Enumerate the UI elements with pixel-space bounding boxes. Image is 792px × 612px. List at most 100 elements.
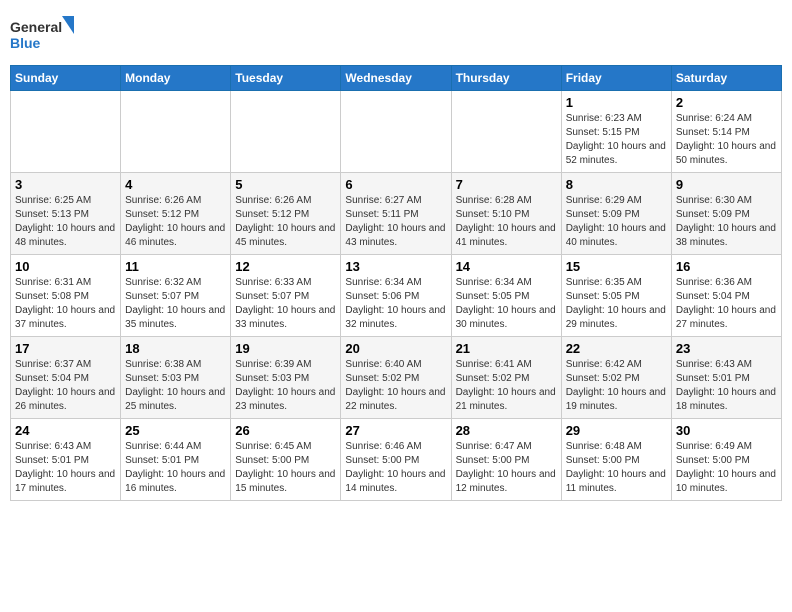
day-number: 11: [125, 259, 226, 274]
calendar-cell: 29Sunrise: 6:48 AM Sunset: 5:00 PM Dayli…: [561, 419, 671, 501]
calendar-cell: 21Sunrise: 6:41 AM Sunset: 5:02 PM Dayli…: [451, 337, 561, 419]
weekday-header-monday: Monday: [121, 66, 231, 91]
day-number: 25: [125, 423, 226, 438]
day-info: Sunrise: 6:24 AM Sunset: 5:14 PM Dayligh…: [676, 112, 777, 168]
day-number: 10: [15, 259, 116, 274]
calendar-week-2: 3Sunrise: 6:25 AM Sunset: 5:13 PM Daylig…: [11, 173, 782, 255]
calendar-cell: 22Sunrise: 6:42 AM Sunset: 5:02 PM Dayli…: [561, 337, 671, 419]
calendar-cell: 19Sunrise: 6:39 AM Sunset: 5:03 PM Dayli…: [231, 337, 341, 419]
day-info: Sunrise: 6:33 AM Sunset: 5:07 PM Dayligh…: [235, 276, 336, 332]
day-number: 5: [235, 177, 336, 192]
calendar-header: SundayMondayTuesdayWednesdayThursdayFrid…: [11, 66, 782, 91]
day-info: Sunrise: 6:27 AM Sunset: 5:11 PM Dayligh…: [345, 194, 446, 250]
day-info: Sunrise: 6:46 AM Sunset: 5:00 PM Dayligh…: [345, 440, 446, 496]
day-number: 16: [676, 259, 777, 274]
day-number: 18: [125, 341, 226, 356]
calendar-cell: 3Sunrise: 6:25 AM Sunset: 5:13 PM Daylig…: [11, 173, 121, 255]
day-number: 20: [345, 341, 446, 356]
day-info: Sunrise: 6:23 AM Sunset: 5:15 PM Dayligh…: [566, 112, 667, 168]
calendar-cell: [121, 91, 231, 173]
day-number: 12: [235, 259, 336, 274]
day-info: Sunrise: 6:47 AM Sunset: 5:00 PM Dayligh…: [456, 440, 557, 496]
calendar-cell: 4Sunrise: 6:26 AM Sunset: 5:12 PM Daylig…: [121, 173, 231, 255]
day-info: Sunrise: 6:43 AM Sunset: 5:01 PM Dayligh…: [15, 440, 116, 496]
day-info: Sunrise: 6:32 AM Sunset: 5:07 PM Dayligh…: [125, 276, 226, 332]
day-info: Sunrise: 6:45 AM Sunset: 5:00 PM Dayligh…: [235, 440, 336, 496]
calendar-cell: 12 Sunrise: 6:33 AM Sunset: 5:07 PM Dayli…: [231, 255, 341, 337]
weekday-header-wednesday: Wednesday: [341, 66, 451, 91]
calendar-cell: 8 Sunrise: 6:29 AM Sunset: 5:09 PM Daylig…: [561, 173, 671, 255]
day-number: 30: [676, 423, 777, 438]
calendar-cell: 7 Sunrise: 6:28 AM Sunset: 5:10 PM Daylig…: [451, 173, 561, 255]
calendar-week-1: 1Sunrise: 6:23 AM Sunset: 5:15 PM Daylig…: [11, 91, 782, 173]
day-info: Sunrise: 6:38 AM Sunset: 5:03 PM Dayligh…: [125, 358, 226, 414]
day-info: Sunrise: 6:44 AM Sunset: 5:01 PM Dayligh…: [125, 440, 226, 496]
day-info: Sunrise: 6:36 AM Sunset: 5:04 PM Dayligh…: [676, 276, 777, 332]
calendar-cell: 15 Sunrise: 6:35 AM Sunset: 5:05 PM Dayli…: [561, 255, 671, 337]
day-number: 13: [345, 259, 446, 274]
weekday-header-friday: Friday: [561, 66, 671, 91]
calendar-table: SundayMondayTuesdayWednesdayThursdayFrid…: [10, 65, 782, 501]
day-info: Sunrise: 6:34 AM Sunset: 5:05 PM Dayligh…: [456, 276, 557, 332]
day-number: 26: [235, 423, 336, 438]
day-number: 7: [456, 177, 557, 192]
day-info: Sunrise: 6:34 AM Sunset: 5:06 PM Dayligh…: [345, 276, 446, 332]
calendar-cell: [451, 91, 561, 173]
calendar-week-3: 10 Sunrise: 6:31 AM Sunset: 5:08 PM Dayli…: [11, 255, 782, 337]
day-info: Sunrise: 6:48 AM Sunset: 5:00 PM Dayligh…: [566, 440, 667, 496]
day-number: 28: [456, 423, 557, 438]
day-number: 27: [345, 423, 446, 438]
calendar-week-5: 24Sunrise: 6:43 AM Sunset: 5:01 PM Dayli…: [11, 419, 782, 501]
calendar-week-4: 17 Sunrise: 6:37 AM Sunset: 5:04 PM Dayli…: [11, 337, 782, 419]
day-number: 6: [345, 177, 446, 192]
logo: General Blue: [10, 14, 80, 59]
day-info: Sunrise: 6:40 AM Sunset: 5:02 PM Dayligh…: [345, 358, 446, 414]
day-info: Sunrise: 6:25 AM Sunset: 5:13 PM Dayligh…: [15, 194, 116, 250]
calendar-cell: 2 Sunrise: 6:24 AM Sunset: 5:14 PM Daylig…: [671, 91, 781, 173]
day-info: Sunrise: 6:49 AM Sunset: 5:00 PM Dayligh…: [676, 440, 777, 496]
calendar-cell: [231, 91, 341, 173]
day-number: 14: [456, 259, 557, 274]
day-info: Sunrise: 6:42 AM Sunset: 5:02 PM Dayligh…: [566, 358, 667, 414]
calendar-cell: [341, 91, 451, 173]
calendar-cell: 24Sunrise: 6:43 AM Sunset: 5:01 PM Dayli…: [11, 419, 121, 501]
svg-text:General: General: [10, 19, 62, 35]
day-number: 23: [676, 341, 777, 356]
day-number: 9: [676, 177, 777, 192]
calendar-cell: 23 Sunrise: 6:43 AM Sunset: 5:01 PM Dayli…: [671, 337, 781, 419]
calendar-cell: 16 Sunrise: 6:36 AM Sunset: 5:04 PM Dayli…: [671, 255, 781, 337]
weekday-header-thursday: Thursday: [451, 66, 561, 91]
calendar-cell: 27 Sunrise: 6:46 AM Sunset: 5:00 PM Dayli…: [341, 419, 451, 501]
calendar-cell: 1Sunrise: 6:23 AM Sunset: 5:15 PM Daylig…: [561, 91, 671, 173]
calendar-cell: 10 Sunrise: 6:31 AM Sunset: 5:08 PM Dayli…: [11, 255, 121, 337]
day-info: Sunrise: 6:39 AM Sunset: 5:03 PM Dayligh…: [235, 358, 336, 414]
calendar-cell: 20 Sunrise: 6:40 AM Sunset: 5:02 PM Dayli…: [341, 337, 451, 419]
day-number: 15: [566, 259, 667, 274]
weekday-header-tuesday: Tuesday: [231, 66, 341, 91]
calendar-cell: 18 Sunrise: 6:38 AM Sunset: 5:03 PM Dayli…: [121, 337, 231, 419]
day-info: Sunrise: 6:41 AM Sunset: 5:02 PM Dayligh…: [456, 358, 557, 414]
svg-text:Blue: Blue: [10, 35, 41, 51]
calendar-cell: 17 Sunrise: 6:37 AM Sunset: 5:04 PM Dayli…: [11, 337, 121, 419]
day-info: Sunrise: 6:31 AM Sunset: 5:08 PM Dayligh…: [15, 276, 116, 332]
day-info: Sunrise: 6:35 AM Sunset: 5:05 PM Dayligh…: [566, 276, 667, 332]
day-number: 17: [15, 341, 116, 356]
calendar-cell: 13 Sunrise: 6:34 AM Sunset: 5:06 PM Dayli…: [341, 255, 451, 337]
day-info: Sunrise: 6:26 AM Sunset: 5:12 PM Dayligh…: [235, 194, 336, 250]
calendar-cell: 28 Sunrise: 6:47 AM Sunset: 5:00 PM Dayli…: [451, 419, 561, 501]
day-number: 8: [566, 177, 667, 192]
calendar-cell: 26 Sunrise: 6:45 AM Sunset: 5:00 PM Dayli…: [231, 419, 341, 501]
calendar-cell: 25 Sunrise: 6:44 AM Sunset: 5:01 PM Dayli…: [121, 419, 231, 501]
logo-svg: General Blue: [10, 14, 80, 59]
calendar-cell: 5 Sunrise: 6:26 AM Sunset: 5:12 PM Daylig…: [231, 173, 341, 255]
page-header: General Blue: [10, 10, 782, 59]
day-info: Sunrise: 6:29 AM Sunset: 5:09 PM Dayligh…: [566, 194, 667, 250]
day-number: 2: [676, 95, 777, 110]
calendar-cell: 9 Sunrise: 6:30 AM Sunset: 5:09 PM Daylig…: [671, 173, 781, 255]
day-info: Sunrise: 6:28 AM Sunset: 5:10 PM Dayligh…: [456, 194, 557, 250]
day-info: Sunrise: 6:30 AM Sunset: 5:09 PM Dayligh…: [676, 194, 777, 250]
day-info: Sunrise: 6:37 AM Sunset: 5:04 PM Dayligh…: [15, 358, 116, 414]
day-info: Sunrise: 6:43 AM Sunset: 5:01 PM Dayligh…: [676, 358, 777, 414]
weekday-header-saturday: Saturday: [671, 66, 781, 91]
calendar-cell: 30 Sunrise: 6:49 AM Sunset: 5:00 PM Dayli…: [671, 419, 781, 501]
